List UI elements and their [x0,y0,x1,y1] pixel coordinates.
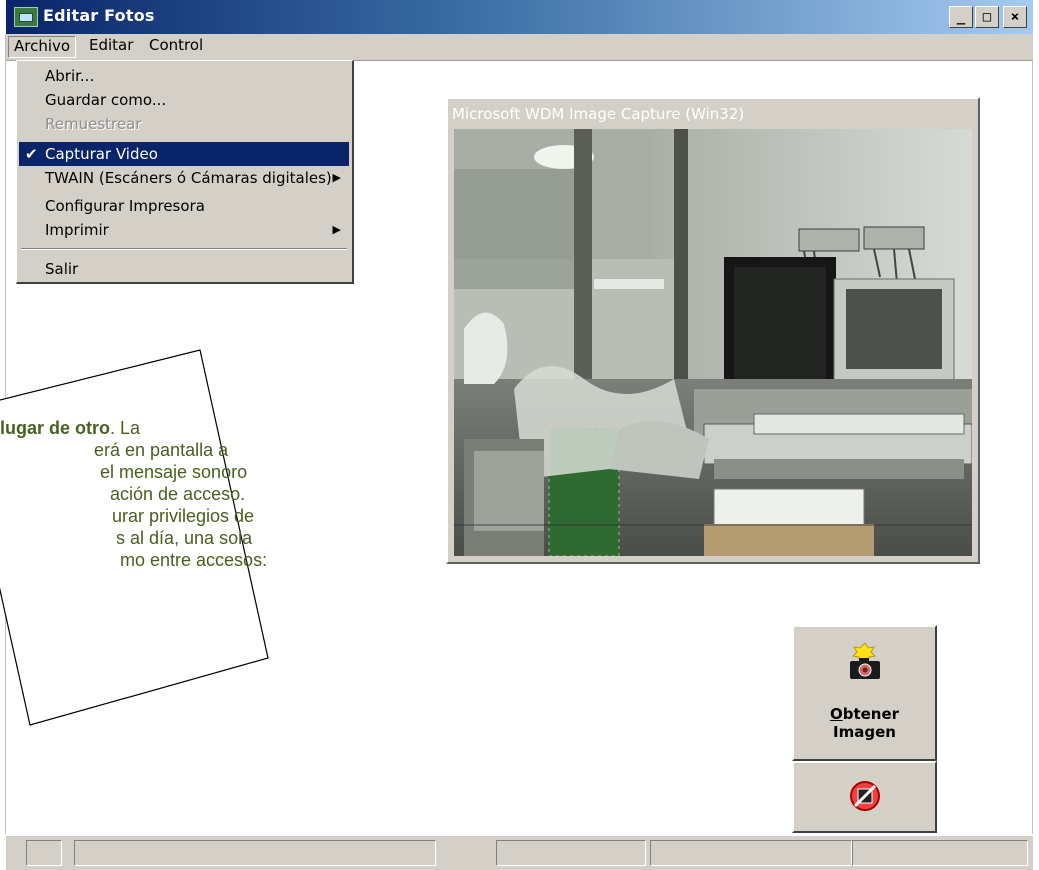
menu-item-label: Capturar Video [45,145,158,163]
obtener-label-line1: Obtener [794,705,935,723]
callout-line: urar privilegios de [112,506,282,528]
check-icon: ✔ [25,145,38,163]
maximize-button[interactable]: □ [975,6,999,28]
submenu-arrow-icon: ▶ [332,171,341,184]
menu-item-twain[interactable]: TWAIN (Escáners ó Cámaras digitales) ▶ [19,166,349,190]
callout-line: s al día, una sola [116,528,286,550]
callout-bold-text: lugar de otro [0,418,111,438]
camera-icon [850,642,880,679]
status-pane [26,840,62,866]
status-pane [650,840,852,866]
status-pane [852,840,1028,866]
menu-item-remuestrear: Remuestrear [19,112,349,136]
callout-line-text: urar privilegios de [112,506,255,526]
window-title: Editar Fotos [43,6,155,25]
callout-line-text: ación de acceso. [110,484,246,504]
obtener-imagen-button[interactable]: Obtener Imagen [792,625,937,761]
close-icon: × [1010,9,1020,25]
callout-line: erá en pantalla a [94,440,244,462]
callout-line-text: mo entre accesos: [120,550,268,570]
menu-bar: Archivo Editar Control [6,34,1033,61]
menu-item-label: Guardar como... [45,91,167,109]
callout-line-text: el mensaje sonoro [100,462,248,482]
menu-item-guardar-como[interactable]: Guardar como... [19,88,349,112]
menu-item-label: Abrir... [45,67,95,85]
capture-window-title: Microsoft WDM Image Capture (Win32) [452,105,745,123]
office-scene-image [454,129,972,556]
callout-line: mo entre accesos: [120,550,290,572]
menu-item-label: Salir [45,260,79,278]
menu-separator [21,248,347,250]
archivo-dropdown: Abrir... Guardar como... Remuestrear ✔ Ca… [16,60,354,284]
video-preview [454,129,972,556]
callout-line: ación de acceso. [110,484,270,506]
callout-line: el mensaje sonoro [100,462,260,484]
stop-video-button[interactable] [792,761,937,833]
menu-item-abrir[interactable]: Abrir... [19,64,349,88]
menu-item-configurar-impresora[interactable]: Configurar Impresora [19,194,349,218]
callout-line: lugar de otro. La [0,418,246,440]
no-video-icon [850,781,880,811]
minimize-button[interactable]: _ [949,6,973,28]
menu-item-label: Imprimir [45,221,109,239]
mnemonic-letter: O [829,705,843,723]
obtener-label-rest: btener [842,705,900,723]
submenu-arrow-icon: ▶ [332,223,341,236]
menu-item-label: Configurar Impresora [45,197,205,215]
menu-item-imprimir[interactable]: Imprimir ▶ [19,218,349,242]
menu-archivo[interactable]: Archivo [8,36,77,58]
menu-item-label: TWAIN (Escáners ó Cámaras digitales) [45,169,332,187]
callout-line-text: erá en pantalla a [94,440,229,460]
close-button[interactable]: × [1003,6,1027,28]
capture-button-panel: Obtener Imagen [792,625,937,833]
menu-item-label: Remuestrear [45,115,142,133]
minimize-icon: _ [956,9,966,25]
menu-editar[interactable]: Editar [84,36,138,58]
status-pane [496,840,646,866]
menu-item-capturar-video[interactable]: ✔ Capturar Video [19,142,349,166]
callout-line-text: s al día, una sola [116,528,253,548]
video-capture-window[interactable]: Microsoft WDM Image Capture (Win32) [446,97,980,564]
callout-line-text: . La [110,418,141,438]
window-right-border [1032,34,1033,834]
photo-app-icon[interactable] [14,7,38,27]
window-controls: _ □ × [949,6,1027,30]
obtener-label-line2: Imagen [833,723,896,741]
title-bar[interactable]: Editar Fotos _ □ × [6,0,1033,34]
status-bar [6,835,1033,870]
menu-item-salir[interactable]: Salir [19,257,349,281]
maximize-icon: □ [982,9,992,25]
status-pane [74,840,436,866]
menu-control[interactable]: Control [144,36,208,58]
